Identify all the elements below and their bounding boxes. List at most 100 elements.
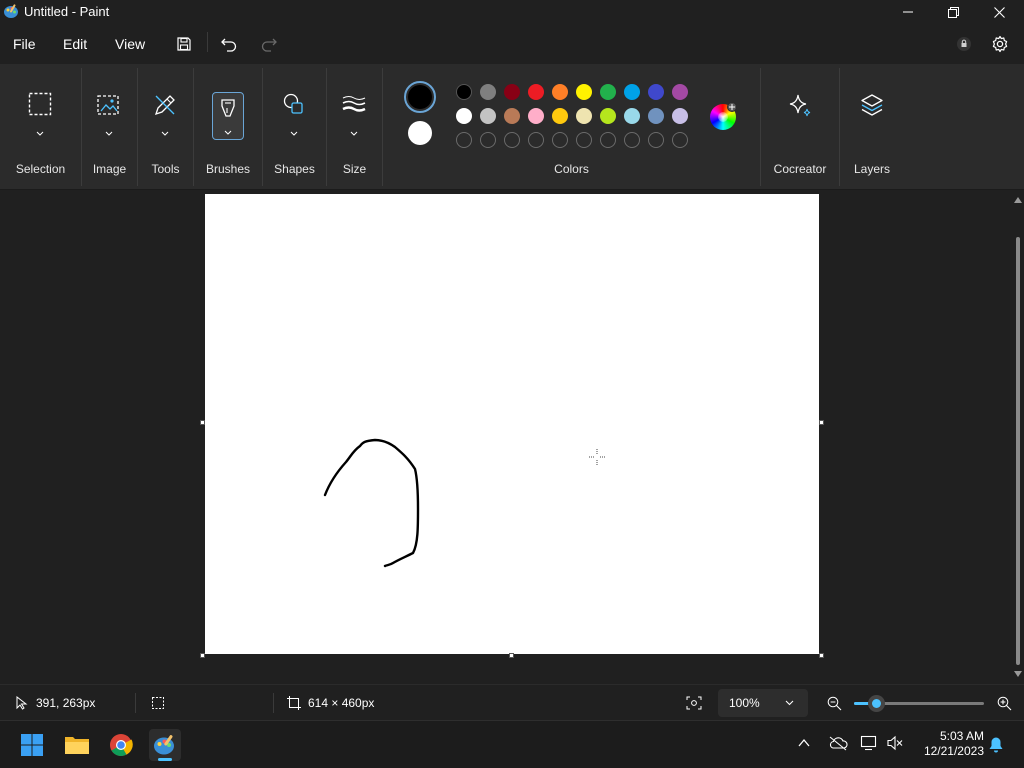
chevron-down-icon: [350, 131, 358, 136]
chrome-taskbar-button[interactable]: [105, 729, 137, 761]
minimize-button[interactable]: [885, 0, 931, 24]
custom-color-slot[interactable]: [552, 132, 568, 148]
color-swatch[interactable]: [576, 84, 592, 100]
resize-handle-bottom[interactable]: [509, 653, 514, 658]
close-button[interactable]: [976, 0, 1022, 24]
cocreator-button[interactable]: [782, 92, 818, 140]
custom-color-slot[interactable]: [648, 132, 664, 148]
color-swatch[interactable]: [456, 108, 472, 124]
show-hidden-icons-button[interactable]: [797, 736, 811, 750]
drawn-stroke: [323, 438, 420, 568]
chevron-down-icon: [785, 700, 794, 706]
settings-button[interactable]: [986, 32, 1014, 56]
vertical-scrollbar[interactable]: [1012, 193, 1024, 681]
zoom-out-button[interactable]: [824, 693, 844, 713]
custom-color-slot[interactable]: [480, 132, 496, 148]
file-explorer-taskbar-button[interactable]: [61, 729, 93, 761]
notifications-button[interactable]: [988, 736, 1004, 753]
color-swatch[interactable]: [672, 84, 688, 100]
chrome-icon: [110, 734, 133, 756]
resize-handle-bottom-left[interactable]: [200, 653, 205, 658]
view-menu[interactable]: View: [115, 36, 145, 52]
zoom-slider[interactable]: [854, 695, 984, 712]
selection-rectangle-icon: [28, 92, 52, 116]
custom-color-slot[interactable]: [504, 132, 520, 148]
color-swatch[interactable]: [528, 108, 544, 124]
custom-color-slot[interactable]: [528, 132, 544, 148]
cocreator-label: Cocreator: [773, 162, 827, 176]
selection-group: Selection: [0, 64, 81, 190]
size-label: Size: [342, 162, 367, 176]
fit-to-window-button[interactable]: [681, 691, 707, 715]
custom-color-slot[interactable]: [624, 132, 640, 148]
resize-handle-bottom-right[interactable]: [819, 653, 824, 658]
color-swatch[interactable]: [624, 84, 640, 100]
color-swatch[interactable]: [456, 84, 472, 100]
colors-label: Colors: [554, 162, 589, 176]
color-swatch[interactable]: [600, 84, 616, 100]
colors-group: Colors: [383, 64, 760, 190]
canvas-size-icon: [287, 696, 301, 710]
color-swatch[interactable]: [600, 108, 616, 124]
chevron-down-icon: [290, 131, 298, 136]
scroll-up-icon[interactable]: [1014, 197, 1022, 203]
tools-group: Tools: [138, 64, 193, 190]
save-button[interactable]: [170, 32, 198, 56]
start-button[interactable]: [16, 729, 48, 761]
color-swatch[interactable]: [528, 84, 544, 100]
volume-tray-icon[interactable]: [886, 735, 904, 751]
color-swatch[interactable]: [552, 108, 568, 124]
ribbon-toolbar: Selection Image Tools Brushes Shapes Siz…: [0, 64, 1024, 190]
selection-button[interactable]: [22, 92, 58, 140]
title-bar: Untitled - Paint: [0, 0, 1024, 24]
custom-color-slot[interactable]: [576, 132, 592, 148]
redo-button[interactable]: [255, 32, 283, 56]
color-swatch[interactable]: [552, 84, 568, 100]
brushes-button[interactable]: [212, 92, 244, 140]
color-swatch[interactable]: [624, 108, 640, 124]
secondary-color-button[interactable]: [408, 121, 432, 145]
scroll-down-icon[interactable]: [1014, 671, 1022, 677]
network-tray-icon[interactable]: [860, 735, 880, 751]
file-menu[interactable]: File: [13, 36, 36, 52]
paint-taskbar-button[interactable]: [149, 729, 181, 761]
clock[interactable]: 5:03 AM 12/21/2023: [916, 729, 984, 759]
custom-color-slot[interactable]: [456, 132, 472, 148]
resize-handle-left[interactable]: [200, 420, 205, 425]
sparkle-icon: [789, 94, 811, 117]
size-button[interactable]: [336, 92, 372, 140]
color-swatch[interactable]: [480, 108, 496, 124]
custom-color-slot[interactable]: [600, 132, 616, 148]
drawing-canvas[interactable]: [205, 194, 819, 654]
restore-button[interactable]: [930, 0, 976, 24]
color-swatch[interactable]: [504, 108, 520, 124]
undo-button[interactable]: [215, 32, 243, 56]
shapes-icon: [283, 93, 303, 114]
zoom-in-button[interactable]: [994, 693, 1014, 713]
network-disconnected-icon: [860, 735, 877, 751]
onedrive-tray-icon[interactable]: [828, 735, 848, 751]
color-swatch[interactable]: [576, 108, 592, 124]
color-swatch[interactable]: [648, 84, 664, 100]
color-swatch[interactable]: [648, 108, 664, 124]
zoom-slider-thumb[interactable]: [868, 695, 885, 712]
resize-handle-right[interactable]: [819, 420, 824, 425]
shapes-button[interactable]: [276, 92, 312, 140]
tools-button[interactable]: [147, 92, 183, 140]
tools-label: Tools: [151, 162, 180, 176]
custom-color-slot[interactable]: [672, 132, 688, 148]
image-button[interactable]: [91, 92, 127, 140]
account-icon: [957, 37, 971, 51]
account-button[interactable]: [950, 32, 978, 56]
layers-button[interactable]: [854, 92, 890, 140]
brushes-group: Brushes: [194, 64, 262, 190]
zoom-dropdown[interactable]: 100%: [718, 689, 808, 717]
color-swatch[interactable]: [672, 108, 688, 124]
color-swatch[interactable]: [504, 84, 520, 100]
edit-menu[interactable]: Edit: [63, 36, 87, 52]
scrollbar-thumb[interactable]: [1016, 237, 1020, 665]
undo-icon: [221, 38, 237, 52]
edit-colors-button[interactable]: [710, 102, 737, 130]
color-swatch[interactable]: [480, 84, 496, 100]
primary-color-button[interactable]: [404, 81, 436, 113]
